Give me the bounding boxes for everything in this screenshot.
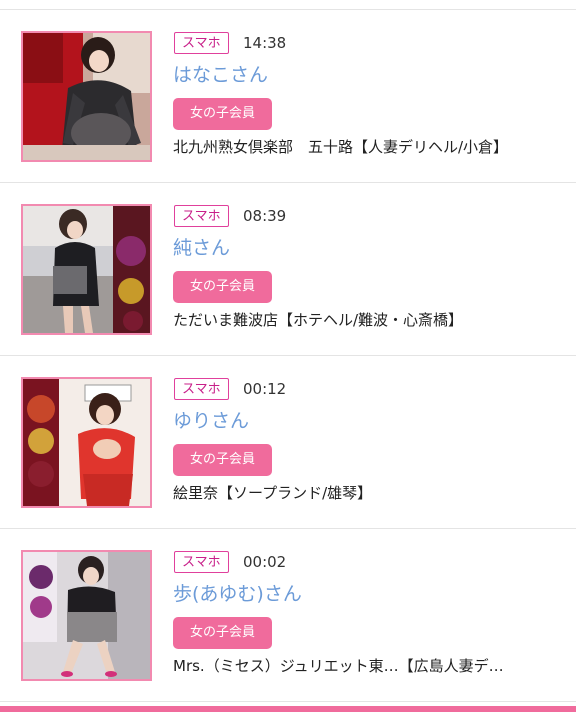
list-item[interactable]: スマホ 00:02 歩(あゆむ)さん 女の子会員 Mrs.（ミセス）ジュリエット… [0,529,576,702]
list-item[interactable]: スマホ 08:39 純さん 女の子会員 ただいま難波店【ホテヘル/難波・心斎橋】 [0,183,576,356]
shop-name: ただいま難波店【ホテヘル/難波・心斎橋】 [173,311,464,329]
bottom-accent-bar [0,706,576,712]
device-badge: スマホ [174,205,229,227]
profile-photo-icon [23,33,150,160]
profile-name-link[interactable]: 純さん [173,235,230,261]
device-badge: スマホ [174,378,229,400]
profile-name-link[interactable]: はなこさん [173,62,268,88]
shop-name: 絵里奈【ソープランド/雄琴】 [173,484,373,502]
device-badge: スマホ [174,551,229,573]
timestamp: 08:39 [243,207,287,225]
profile-name-link[interactable]: 歩(あゆむ)さん [173,581,302,607]
shop-name: Mrs.（ミセス）ジュリエット東…【広島人妻デ… [173,657,504,675]
profile-thumbnail[interactable] [21,550,152,681]
profile-thumbnail[interactable] [21,204,152,335]
profile-photo-icon [23,379,150,506]
profile-name-link[interactable]: ゆりさん [173,408,249,434]
shop-name: 北九州熟女倶楽部 五十路【人妻デリヘル/小倉】 [173,138,509,156]
list-item[interactable]: スマホ 14:38 はなこさん 女の子会員 北九州熟女倶楽部 五十路【人妻デリヘ… [0,10,576,183]
timestamp: 00:12 [243,380,287,398]
member-badge: 女の子会員 [173,271,272,303]
list-item[interactable]: スマホ 00:12 ゆりさん 女の子会員 絵里奈【ソープランド/雄琴】 [0,356,576,529]
profile-photo-icon [23,206,150,333]
profile-thumbnail[interactable] [21,31,152,162]
device-badge: スマホ [174,32,229,54]
member-badge: 女の子会員 [173,444,272,476]
member-badge: 女の子会員 [173,617,272,649]
timestamp: 14:38 [243,34,287,52]
member-badge: 女の子会員 [173,98,272,130]
profile-thumbnail[interactable] [21,377,152,508]
timestamp: 00:02 [243,553,287,571]
activity-list: スマホ 14:38 はなこさん 女の子会員 北九州熟女倶楽部 五十路【人妻デリヘ… [0,10,576,702]
profile-photo-icon [23,552,150,679]
